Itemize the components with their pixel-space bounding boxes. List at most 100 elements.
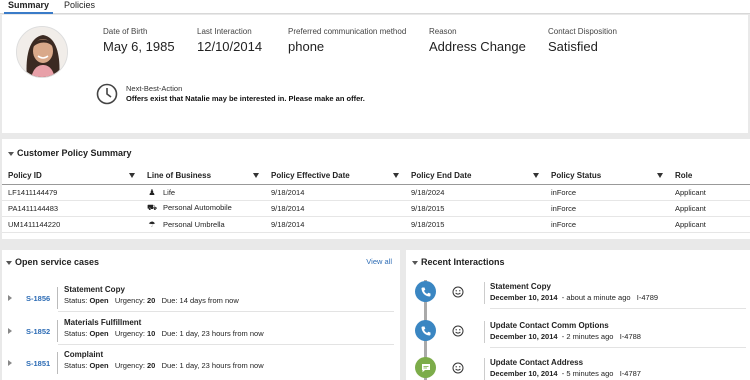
customer-summary-panel: Date of Birth May 6, 1985 Last Interacti… (2, 15, 748, 133)
tab-bar: Summary Policies (0, 0, 750, 14)
last-interaction-field: Last Interaction 12/10/2014 (197, 27, 262, 54)
status-cell: inForce (545, 184, 669, 201)
status-cell: inForce (545, 216, 669, 233)
divider (490, 347, 746, 348)
car-icon: ⛟ (147, 203, 158, 212)
smiley-icon (452, 361, 464, 374)
filter-icon[interactable] (393, 173, 399, 178)
filter-icon[interactable] (253, 173, 259, 178)
policy-summary-header[interactable]: Customer Policy Summary (8, 148, 132, 158)
tab-summary[interactable]: Summary (4, 0, 54, 14)
chat-icon (415, 357, 436, 378)
collapse-icon (8, 151, 14, 156)
case-id-link[interactable]: S-1852 (26, 327, 50, 336)
last-interaction-label: Last Interaction (197, 27, 252, 36)
divider (490, 308, 746, 309)
case-title: Statement Copy (64, 285, 125, 294)
interaction-meta: December 10, 2014 - about a minute ago I… (490, 293, 659, 302)
smiley-icon (452, 324, 464, 337)
phone-icon (415, 320, 436, 341)
open-cases-title: Open service cases (15, 257, 100, 267)
collapse-icon (412, 260, 418, 265)
divider (58, 344, 394, 345)
list-item[interactable]: Update Contact Address December 10, 2014… (406, 356, 750, 380)
filter-icon[interactable] (533, 173, 539, 178)
interaction-title: Update Contact Address (490, 358, 584, 367)
end-date-cell: 9/18/2024 (405, 184, 545, 201)
divider (58, 311, 394, 312)
status-cell: inForce (545, 200, 669, 217)
dob-label: Date of Birth (103, 27, 148, 36)
last-interaction-value: 12/10/2014 (197, 39, 263, 54)
lob-cell: ☂ Personal Umbrella (141, 216, 265, 233)
end-date-cell: 9/18/2015 (405, 216, 545, 233)
phone-icon (415, 281, 436, 302)
clock-icon (96, 83, 118, 105)
case-title: Complaint (64, 350, 104, 359)
divider (484, 358, 485, 380)
effective-date-cell: 9/18/2014 (265, 184, 405, 201)
col-header-lob[interactable]: Line of Business (141, 168, 265, 185)
role-cell: Applicant (669, 216, 750, 233)
dob-field: Date of Birth May 6, 1985 (103, 27, 175, 54)
col-header-end-date[interactable]: Policy End Date (405, 168, 545, 185)
filter-icon[interactable] (129, 173, 135, 178)
list-item[interactable]: S-1852 Materials Fulfillment Status: Ope… (2, 316, 400, 346)
table-row[interactable]: LF1411144479 ♟ Life 9/18/2014 9/18/2024 i… (2, 184, 750, 201)
disposition-label: Contact Disposition (548, 27, 617, 36)
policy-table: Policy ID Line of Business Policy Effect… (2, 168, 750, 233)
interaction-meta: December 10, 2014 - 2 minutes ago I-4788 (490, 332, 641, 341)
open-cases-header[interactable]: Open service cases (6, 257, 99, 267)
recent-interactions-panel: Recent Interactions Statement Copy Decem… (406, 250, 750, 380)
interaction-title: Update Contact Comm Options (490, 321, 609, 330)
tab-policies[interactable]: Policies (60, 0, 99, 11)
list-item[interactable]: S-1851 Complaint Status: Open Urgency: 2… (2, 348, 400, 378)
expand-icon[interactable] (8, 328, 12, 334)
lob-cell: ⛟ Personal Automobile (141, 200, 265, 217)
case-id-link[interactable]: S-1851 (26, 359, 50, 368)
person-icon: ♟ (148, 187, 156, 197)
policy-id-cell: PA1411144483 (2, 200, 141, 217)
recent-interactions-title: Recent Interactions (421, 257, 505, 267)
col-header-effective-date[interactable]: Policy Effective Date (265, 168, 405, 185)
smiley-icon (452, 285, 464, 298)
list-item[interactable]: Update Contact Comm Options December 10,… (406, 319, 750, 353)
avatar (16, 26, 68, 78)
view-all-link[interactable]: View all (366, 257, 392, 266)
divider (57, 287, 58, 309)
list-item[interactable]: S-1856 Statement Copy Status: Open Urgen… (2, 283, 400, 313)
expand-icon[interactable] (8, 295, 12, 301)
reason-value: Address Change (429, 39, 526, 54)
case-meta: Status: Open Urgency: 10 Due: 1 day, 23 … (64, 329, 264, 338)
reason-label: Reason (429, 27, 457, 36)
reason-field: Reason Address Change (429, 27, 526, 54)
recent-interactions-header[interactable]: Recent Interactions (412, 257, 505, 267)
case-meta: Status: Open Urgency: 20 Due: 14 days fr… (64, 296, 239, 305)
case-id-link[interactable]: S-1856 (26, 294, 50, 303)
table-row[interactable]: PA1411144483 ⛟ Personal Automobile 9/18/2… (2, 200, 750, 217)
divider (57, 320, 58, 342)
col-header-role[interactable]: Role (669, 168, 750, 185)
policy-summary-panel: Customer Policy Summary Policy ID Line o… (2, 139, 750, 239)
collapse-icon (6, 260, 12, 265)
comm-method-field: Preferred communication method phone (288, 27, 406, 54)
col-header-policy-id[interactable]: Policy ID (2, 168, 141, 185)
expand-icon[interactable] (8, 360, 12, 366)
policy-summary-title: Customer Policy Summary (17, 148, 132, 158)
filter-icon[interactable] (657, 173, 663, 178)
comm-method-value: phone (288, 39, 325, 54)
nba-title: Next-Best-Action (126, 84, 183, 93)
divider (484, 282, 485, 304)
lob-cell: ♟ Life (141, 184, 265, 201)
effective-date-cell: 9/18/2014 (265, 200, 405, 217)
nba-message: Offers exist that Natalie may be interes… (126, 94, 365, 103)
comm-method-label: Preferred communication method (288, 27, 407, 36)
umbrella-icon: ☂ (148, 219, 156, 229)
col-header-status[interactable]: Policy Status (545, 168, 669, 185)
case-title: Materials Fulfillment (64, 318, 142, 327)
interaction-title: Statement Copy (490, 282, 551, 291)
interaction-meta: December 10, 2014 - 5 minutes ago I-4787 (490, 369, 641, 378)
list-item[interactable]: Statement Copy December 10, 2014 - about… (406, 280, 750, 314)
disposition-value: Satisfied (548, 39, 598, 54)
table-row[interactable]: UM1411144220 ☂ Personal Umbrella 9/18/201… (2, 216, 750, 233)
